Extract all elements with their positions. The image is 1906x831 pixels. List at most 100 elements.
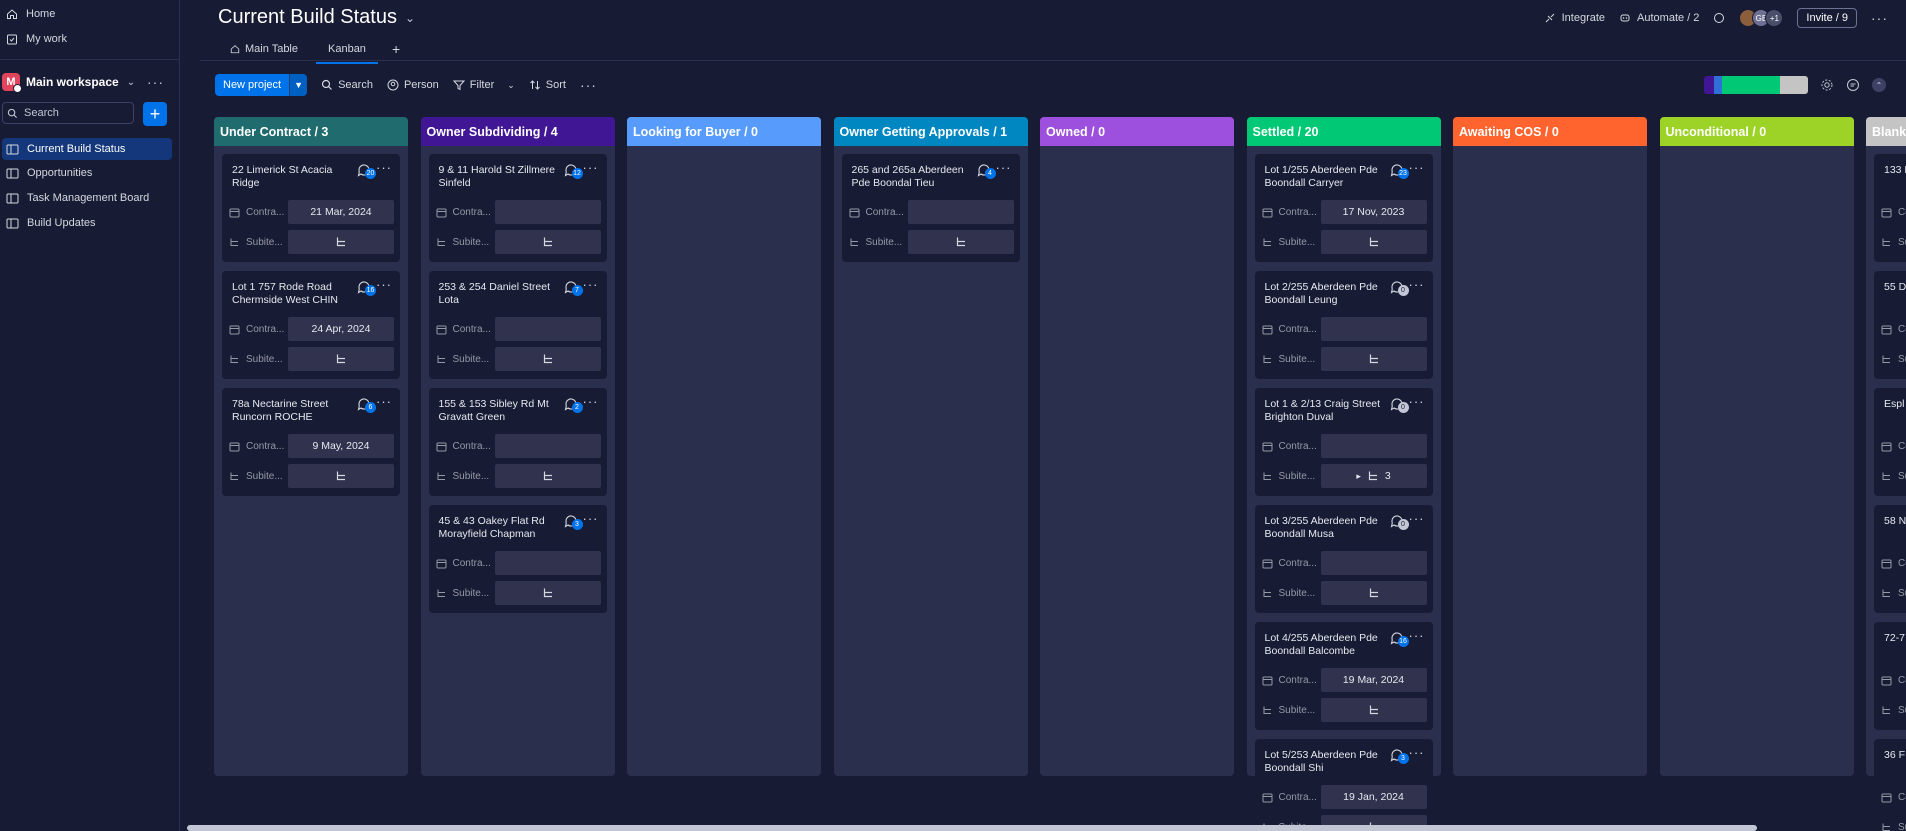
updates-icon[interactable]: 4 (976, 162, 996, 179)
more-options-icon[interactable]: ··· (580, 77, 597, 93)
kanban-card[interactable]: 155 & 153 Sibley Rd Mt Gravatt Green 2 ···… (428, 388, 607, 496)
board-title[interactable]: Current Build Status ⌄ (218, 6, 415, 29)
kanban-card[interactable]: 253 & 254 Daniel Street Lota 7 ··· Contra..… (428, 271, 607, 379)
kanban-card[interactable]: Lot 5/253 Aberdeen Pde Boondall Shi 3 ··· C… (1254, 739, 1433, 831)
card-more-icon[interactable]: ··· (1409, 511, 1425, 526)
kanban-card[interactable]: 36 F Contra... Subite... (1874, 739, 1906, 831)
kanban-card[interactable]: Lot 1 & 2/13 Craig Street Brighton Duval… (1254, 388, 1433, 496)
kanban-column-header[interactable]: Looking for Buyer / 0 (627, 117, 821, 146)
updates-icon[interactable]: 3 (563, 513, 583, 530)
card-title[interactable]: 9 & 11 Harold St Zillmere Sinfeld (439, 164, 559, 190)
horizontal-scrollbar[interactable] (187, 825, 1757, 831)
kanban-card[interactable]: Lot 3/255 Aberdeen Pde Boondall Musa 0 ···… (1254, 505, 1433, 613)
updates-icon[interactable]: 3 (1389, 747, 1409, 764)
workspace-selector[interactable]: M Main workspace ⌄ ··· (0, 70, 178, 94)
card-title[interactable]: 22 Limerick St Acacia Ridge (232, 164, 352, 190)
contract-date-cell[interactable]: 19 Mar, 2024 (1320, 668, 1427, 692)
kanban-card[interactable]: Lot 4/255 Aberdeen Pde Boondall Balcombe… (1254, 622, 1433, 730)
card-title[interactable]: Lot 1/255 Aberdeen Pde Boondall Carryer (1265, 164, 1385, 190)
kanban-column-header[interactable]: Awaiting COS / 0 (1453, 117, 1647, 146)
kanban-card[interactable]: 78a Nectarine Street Runcorn ROCHE 6 ··· Co… (222, 388, 400, 496)
chat-bubble-icon[interactable] (1713, 12, 1725, 24)
subitems-cell[interactable] (1320, 230, 1427, 254)
chat-icon[interactable] (1846, 78, 1860, 92)
card-more-icon[interactable]: ··· (1409, 277, 1425, 292)
subitems-cell[interactable] (494, 581, 601, 605)
card-title[interactable]: Lot 2/255 Aberdeen Pde Boondall Leung (1265, 281, 1385, 307)
sidebar-home[interactable]: Home (4, 3, 172, 25)
kanban-card[interactable]: Lot 2/255 Aberdeen Pde Boondall Leung 0 ··… (1254, 271, 1433, 379)
subitems-cell[interactable] (494, 347, 601, 371)
kanban-column-header[interactable]: Under Contract / 3 (214, 117, 408, 146)
subitems-cell[interactable] (1320, 347, 1427, 371)
contract-date-cell[interactable] (1320, 551, 1427, 575)
tab-kanban[interactable]: Kanban (316, 40, 378, 64)
updates-icon[interactable]: 20 (356, 162, 376, 179)
card-title[interactable]: 253 & 254 Daniel Street Lota (439, 281, 559, 307)
sort-button[interactable]: Sort (529, 79, 566, 91)
kanban-column-header[interactable]: Unconditional / 0 (1659, 117, 1854, 146)
card-more-icon[interactable]: ··· (1409, 745, 1425, 760)
kanban-column-header[interactable]: Owned / 0 (1040, 117, 1234, 146)
card-more-icon[interactable]: ··· (376, 394, 392, 409)
kanban-column-header[interactable]: Owner Subdividing / 4 (420, 117, 615, 146)
kanban-card[interactable]: 58 N Gra Contra... Subite... (1874, 505, 1906, 613)
contract-date-cell[interactable] (494, 200, 601, 224)
kanban-card[interactable]: Lot 1/255 Aberdeen Pde Boondall Carryer 2… (1254, 154, 1433, 262)
collapse-icon[interactable]: ⌃ (1872, 78, 1886, 92)
subitems-cell[interactable] (494, 464, 601, 488)
kanban-card[interactable]: 45 & 43 Oakey Flat Rd Morayfield Chapman… (428, 505, 607, 613)
more-options-icon[interactable]: ··· (1871, 10, 1888, 26)
tab-main-table[interactable]: Main Table (218, 40, 310, 58)
card-more-icon[interactable]: ··· (1409, 160, 1425, 175)
subitems-cell[interactable] (907, 230, 1014, 254)
card-title[interactable]: 265 and 265a Aberdeen Pde Boondal Tieu (852, 164, 972, 190)
card-title[interactable]: 155 & 153 Sibley Rd Mt Gravatt Green (439, 398, 559, 424)
kanban-column-header[interactable]: Blank (1866, 117, 1906, 146)
sidebar-my-work[interactable]: My work (4, 28, 172, 50)
kanban-card[interactable]: 55 D Wyn Contra... Subite... (1874, 271, 1906, 379)
card-more-icon[interactable]: ··· (583, 160, 599, 175)
subitems-cell[interactable] (288, 230, 394, 254)
gear-icon[interactable] (1820, 78, 1834, 92)
subitems-cell[interactable]: ▸ 3 (1320, 464, 1427, 488)
card-more-icon[interactable]: ··· (583, 511, 599, 526)
board-members[interactable]: GE +1 (1739, 9, 1784, 27)
updates-icon[interactable]: 7 (563, 279, 583, 296)
updates-icon[interactable]: 6 (356, 396, 376, 413)
chevron-down-icon[interactable]: ⌄ (507, 80, 515, 91)
integrate-button[interactable]: Integrate (1544, 12, 1605, 24)
kanban-card[interactable]: 22 Limerick St Acacia Ridge 20 ··· Contra..… (222, 154, 400, 262)
card-title[interactable]: Lot 3/255 Aberdeen Pde Boondall Musa (1265, 515, 1385, 541)
kanban-column-header[interactable]: Owner Getting Approvals / 1 (833, 117, 1028, 146)
card-title[interactable]: Lot 4/255 Aberdeen Pde Boondall Balcombe (1265, 632, 1385, 658)
kanban-card[interactable]: 133 Mor Contra... Subite... (1874, 154, 1906, 262)
expand-arrow-icon[interactable]: ▸ (1356, 471, 1361, 482)
contract-date-cell[interactable] (494, 551, 601, 575)
contract-date-cell[interactable] (1320, 434, 1427, 458)
card-more-icon[interactable]: ··· (583, 394, 599, 409)
subitems-cell[interactable] (494, 230, 601, 254)
updates-icon[interactable]: 0 (1389, 513, 1409, 530)
updates-icon[interactable]: 16 (1389, 630, 1409, 647)
automate-button[interactable]: Automate / 2 (1619, 12, 1699, 24)
card-more-icon[interactable]: ··· (1409, 628, 1425, 643)
updates-icon[interactable]: 23 (1389, 162, 1409, 179)
contract-date-cell[interactable]: 17 Nov, 2023 (1320, 200, 1427, 224)
card-title[interactable]: 36 F (1884, 749, 1906, 762)
contract-date-cell[interactable] (494, 434, 601, 458)
subitems-cell[interactable] (1320, 698, 1427, 722)
contract-date-cell[interactable]: 24 Apr, 2024 (288, 317, 394, 341)
add-view-button[interactable]: + (384, 41, 400, 57)
card-title[interactable]: Espl Lake (1884, 398, 1906, 411)
card-title[interactable]: Lot 1 & 2/13 Craig Street Brighton Duval (1265, 398, 1385, 424)
card-title[interactable]: 58 N Gra (1884, 515, 1906, 528)
updates-icon[interactable]: 0 (1389, 396, 1409, 413)
card-title[interactable]: Lot 5/253 Aberdeen Pde Boondall Shi (1265, 749, 1385, 775)
card-title[interactable]: 72-7 Bric (1884, 632, 1906, 645)
invite-button[interactable]: Invite / 9 (1797, 8, 1857, 28)
card-more-icon[interactable]: ··· (1409, 394, 1425, 409)
sidebar-board-build-updates[interactable]: Build Updates (2, 212, 172, 234)
kanban-card[interactable]: 265 and 265a Aberdeen Pde Boondal Tieu 4 ·… (841, 154, 1020, 262)
new-project-label[interactable]: New project (215, 74, 290, 96)
